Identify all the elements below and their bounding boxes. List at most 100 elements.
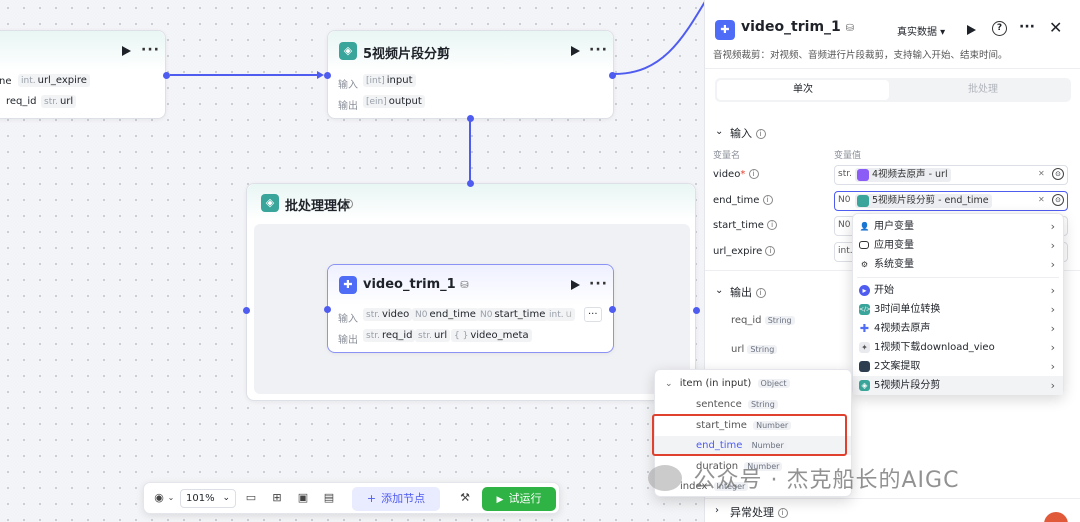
image-icon[interactable]: ▣ (296, 491, 310, 505)
more-icon[interactable]: ··· (141, 42, 160, 58)
variable-picker-icon[interactable]: ⊙ (1052, 168, 1064, 180)
batch-node-icon: ◈ (339, 42, 357, 60)
input-port-tag: N0 start_time (477, 308, 549, 321)
info-icon[interactable]: i (343, 197, 353, 210)
plugin-icon: ✚ (859, 322, 870, 335)
input-name-start-time: start_time i (713, 220, 778, 231)
mode-tabs: 单次 批处理 (715, 78, 1071, 102)
split-node[interactable]: ◈ 5视频片段分剪 ··· 输入 [int] input 输出 [ein] outp… (324, 30, 616, 122)
plugin-icon (857, 169, 869, 181)
menu-item-download[interactable]: ✦ 1视频下载download_vieo › (853, 338, 1063, 357)
menu-item-remove-audio[interactable]: ✚ 4视频去原声 › (853, 319, 1063, 338)
wechat-icon (648, 465, 682, 491)
submenu-item-sentence[interactable]: sentence String (655, 395, 851, 414)
data-mode-select[interactable]: 真实数据 ▾ (897, 23, 945, 38)
plus-icon: + (366, 492, 377, 505)
output-port[interactable] (609, 306, 616, 313)
help-icon[interactable]: ? (992, 21, 1007, 36)
minimap-icon[interactable]: ▤ (322, 491, 336, 505)
batch-output-port[interactable] (693, 307, 700, 314)
panel-title: video_trim_1 ⛁ (741, 19, 855, 35)
run-icon[interactable] (967, 25, 976, 35)
batch-input-port[interactable] (243, 307, 250, 314)
clear-icon[interactable]: ✕ (1038, 195, 1045, 204)
output-url: url String (731, 344, 778, 356)
chevron-down-icon[interactable]: ⌄ (164, 491, 178, 505)
code-icon: </> (859, 304, 872, 315)
output-port-tag: str. req_id (363, 329, 416, 342)
run-node-icon[interactable] (571, 46, 580, 56)
output-port-tag: { } video_meta (451, 329, 532, 342)
run-node-icon[interactable] (571, 280, 580, 290)
more-icon[interactable]: ··· (589, 42, 608, 58)
more-icon[interactable]: ··· (589, 276, 608, 292)
output-port[interactable] (609, 72, 616, 79)
chevron-right-icon[interactable]: › (715, 505, 719, 516)
submenu-group[interactable]: ⌄ item (in input) Object (655, 374, 851, 393)
output-port-tag: [ein] output (363, 95, 425, 108)
input-label: 输入 (338, 314, 358, 325)
tab-batch[interactable]: 批处理 (897, 80, 1069, 100)
zoom-select[interactable]: 101% ⌄ (180, 489, 236, 508)
watermark-text: 公众号 · 杰克船长的AIGC (693, 468, 960, 493)
zoom-value: 101% (186, 493, 215, 504)
folder-icon (859, 241, 869, 249)
menu-item-video-split[interactable]: ◈ 5视频片段分剪 › (853, 376, 1063, 395)
batch-top-port[interactable] (467, 180, 474, 187)
debug-icon[interactable]: ⚒ (458, 491, 472, 505)
tab-single[interactable]: 单次 (717, 80, 889, 100)
input-port-tag: int. u (546, 308, 575, 321)
plugin-icon: ✚ (715, 20, 735, 40)
output-port[interactable] (163, 72, 170, 79)
variable-picker-icon[interactable]: ⊙ (1052, 194, 1064, 206)
batch-icon: ◈ (859, 380, 870, 391)
canvas-toolbar: ◉ ⌄ 101% ⌄ ▭ ⊞ ▣ ▤ + 添加节点 ⚒ ▶ 试运行 (143, 482, 560, 514)
menu-item-text-extract[interactable]: 2文案提取 › (853, 357, 1063, 376)
input-port[interactable] (324, 306, 331, 313)
node-title: video_trim_1 ⛁ (363, 277, 469, 292)
reference-chip[interactable]: 4视频去原声 - url (855, 168, 951, 182)
output-label: 输出 (338, 101, 358, 112)
close-icon[interactable]: ✕ (1049, 18, 1062, 37)
type-label: int. (838, 246, 853, 256)
more-ports-button[interactable]: ··· (584, 307, 602, 322)
trim-node[interactable]: ✚ video_trim_1 ⛁ ··· 输入 str. video N0 end_… (324, 264, 616, 353)
test-run-button[interactable]: ▶ 试运行 (482, 487, 556, 511)
menu-item-time-convert[interactable]: </> 3时间单位转换 › (853, 300, 1063, 319)
batch-port[interactable] (467, 115, 474, 122)
play-icon: ▶ (496, 495, 504, 505)
menu-item-user-vars[interactable]: 👤 用户变量 › (853, 217, 1063, 236)
chevron-down-icon[interactable]: ⌄ (715, 126, 723, 137)
port-req-id: req_id (6, 96, 37, 107)
input-name-url-expire: url_expire i (713, 246, 776, 257)
layout-icon[interactable]: ⊞ (270, 491, 284, 505)
video-value-field[interactable]: str. 4视频去原声 - url ✕ ⊙ (834, 165, 1068, 185)
divider (705, 68, 1080, 69)
menu-item-start[interactable]: ▸ 开始 › (853, 281, 1063, 300)
left-node[interactable]: ··· ne int. url_expire req_id str. url (0, 30, 170, 119)
gear-icon: ⚙ (860, 260, 869, 269)
panel-description: 音视频裁剪：对视频、音频进行片段裁剪，支持输入开始、结束时间。 (713, 50, 1008, 61)
output-section-title: 输出 i (730, 284, 766, 300)
reference-chip[interactable]: 5视频片段分剪 - end_time (855, 194, 992, 208)
more-icon[interactable]: ··· (1019, 19, 1035, 35)
port-prefix: ne (0, 76, 12, 87)
divider (857, 277, 1059, 278)
chevron-down-icon: ⌄ (222, 493, 230, 503)
output-port-tag: str. url (415, 329, 451, 342)
chevron-down-icon[interactable]: ⌄ (715, 285, 723, 296)
type-label: N0 (838, 220, 851, 230)
port-url: str. url (41, 95, 77, 108)
input-section-title: 输入 i (730, 125, 766, 141)
exception-section-title: 异常处理 i (730, 504, 788, 520)
menu-item-app-vars[interactable]: 应用变量 › (853, 236, 1063, 255)
menu-item-system-vars[interactable]: ⚙ 系统变量 › (853, 255, 1063, 274)
clear-icon[interactable]: ✕ (1038, 169, 1045, 178)
end-time-value-field[interactable]: N0 5视频片段分剪 - end_time ✕ ⊙ (834, 191, 1068, 211)
input-port[interactable] (324, 72, 331, 79)
run-node-icon[interactable] (122, 46, 131, 56)
watermark: 公众号 · 杰克船长的AIGC (648, 462, 1068, 502)
add-node-button[interactable]: + 添加节点 (352, 487, 440, 511)
plugin-icon: ✦ (859, 342, 870, 353)
comment-icon[interactable]: ▭ (244, 491, 258, 505)
